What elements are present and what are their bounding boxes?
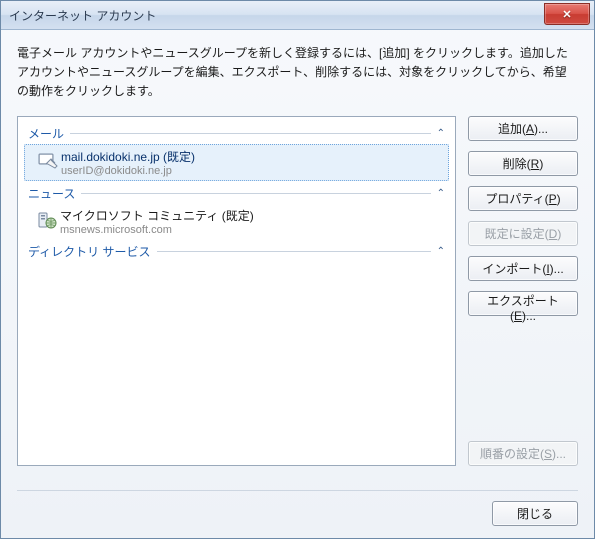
section-header-directory[interactable]: ディレクトリ サービス ⌃	[18, 239, 455, 262]
account-title: mail.dokidoki.ne.jp (既定)	[61, 148, 195, 165]
section-label: ディレクトリ サービス	[28, 243, 151, 260]
dialog-footer: 閉じる	[17, 490, 578, 526]
mail-account-icon	[35, 151, 61, 173]
side-buttons: 追加(A)... 削除(R) プロパティ(P) 既定に設定(D) インポート(I…	[468, 116, 578, 466]
account-subtitle: userID@dokidoki.ne.jp	[61, 165, 195, 177]
list-item-texts: mail.dokidoki.ne.jp (既定) userID@dokidoki…	[61, 146, 195, 179]
chevron-up-icon: ⌃	[437, 246, 445, 257]
chevron-up-icon: ⌃	[437, 128, 445, 139]
section-divider	[157, 251, 431, 252]
instructions-text: 電子メール アカウントやニュースグループを新しく登録するには、[追加] をクリッ…	[17, 44, 578, 102]
dialog-window: インターネット アカウント ✕ 電子メール アカウントやニュースグループを新しく…	[0, 0, 595, 539]
export-button[interactable]: エクスポート(E)...	[468, 291, 578, 316]
section-divider	[81, 193, 430, 194]
spacer	[468, 326, 578, 431]
section-header-mail[interactable]: メール ⌃	[18, 121, 455, 144]
news-account-icon	[34, 210, 60, 232]
import-button[interactable]: インポート(I)...	[468, 256, 578, 281]
remove-button[interactable]: 削除(R)	[468, 151, 578, 176]
titlebar: インターネット アカウント ✕	[1, 1, 594, 30]
list-item-texts: マイクロソフト コミュニティ (既定) msnews.microsoft.com	[60, 205, 254, 238]
list-item[interactable]: mail.dokidoki.ne.jp (既定) userID@dokidoki…	[24, 144, 449, 181]
account-subtitle: msnews.microsoft.com	[60, 224, 254, 236]
add-button[interactable]: 追加(A)...	[468, 116, 578, 141]
main-area: メール ⌃ mail.dokidoki.ne.jp (既定	[17, 116, 578, 466]
properties-button[interactable]: プロパティ(P)	[468, 186, 578, 211]
dialog-body: 電子メール アカウントやニュースグループを新しく登録するには、[追加] をクリッ…	[1, 30, 594, 538]
account-title: マイクロソフト コミュニティ (既定)	[60, 207, 254, 224]
set-order-button: 順番の設定(S)...	[468, 441, 578, 466]
window-title: インターネット アカウント	[9, 7, 156, 24]
section-header-news[interactable]: ニュース ⌃	[18, 181, 455, 204]
chevron-up-icon: ⌃	[437, 188, 445, 199]
set-default-button: 既定に設定(D)	[468, 221, 578, 246]
section-label: メール	[28, 125, 64, 142]
close-icon: ✕	[562, 8, 571, 21]
list-item[interactable]: マイクロソフト コミュニティ (既定) msnews.microsoft.com	[24, 204, 449, 239]
close-window-button[interactable]: ✕	[544, 3, 590, 25]
accounts-list[interactable]: メール ⌃ mail.dokidoki.ne.jp (既定	[17, 116, 456, 466]
close-button[interactable]: 閉じる	[492, 501, 578, 526]
section-divider	[70, 133, 431, 134]
section-label: ニュース	[28, 185, 75, 202]
